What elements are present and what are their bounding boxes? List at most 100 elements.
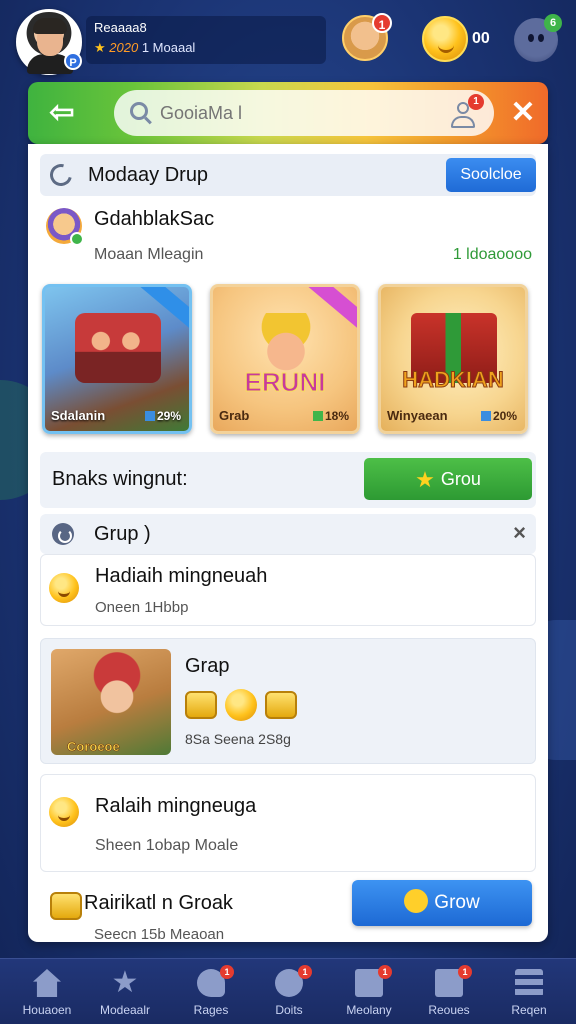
avatar-hair	[33, 18, 67, 34]
coin-icon[interactable]	[422, 16, 468, 62]
player-meta: 1 ldoaoooo	[452, 246, 532, 263]
card-caption: Sdalanin	[51, 408, 106, 423]
user-head	[457, 102, 469, 114]
online-indicator	[70, 232, 84, 246]
bottom-nav: Houaoen ★ Modeaalr 1 Rages 1 Doits 1 Meo…	[0, 958, 576, 1024]
menu-icon	[515, 969, 543, 997]
reward-title: Hadiaih mingneuah	[95, 565, 268, 587]
gold-bar-icon	[265, 691, 297, 719]
coin-face-icon	[49, 797, 79, 827]
nav-item-rages[interactable]: 1 Rages	[170, 959, 252, 1024]
grup-label: Grup )	[94, 523, 151, 545]
nav-item-home[interactable]: Houaoen	[6, 959, 88, 1024]
gold-bar-icon	[50, 892, 82, 920]
nav-item-reqen[interactable]: Reqen	[488, 959, 570, 1024]
coin-face-icon	[49, 573, 79, 603]
item-title: Rairikatl n Groak	[84, 892, 233, 914]
nav-badge: 1	[220, 965, 234, 979]
nav-label: Doits	[275, 1003, 303, 1017]
grap-image-caption: Coroeoe	[67, 739, 120, 755]
character-eyes	[526, 34, 546, 42]
select-button[interactable]: Soolcloe	[446, 158, 536, 192]
player-name: GdahblakSac	[94, 208, 215, 230]
nav-label: Reoues	[428, 1003, 470, 1017]
status-value: 2020	[109, 40, 139, 55]
search-bar: ⇦ 1 ✕	[28, 82, 548, 144]
nav-label: Houaoen	[22, 1003, 72, 1017]
card-percent: 18%	[313, 409, 349, 423]
reward-title: Ralaih mingneuga	[95, 795, 257, 817]
grow-button-label: Grow	[434, 892, 480, 913]
nav-item-reoues[interactable]: 1 Reoues	[408, 959, 490, 1024]
nav-label: Rages	[193, 1003, 229, 1017]
back-arrow-icon[interactable]: ⇦	[42, 96, 82, 130]
star-icon: ★	[111, 966, 139, 999]
group-title: Modaay Drup	[88, 164, 209, 186]
card-caption: Winyaean	[387, 408, 448, 423]
close-icon[interactable]: ✕	[506, 96, 540, 130]
grap-title: Grap	[185, 655, 230, 677]
leaf-icon	[45, 159, 77, 191]
home-icon	[33, 969, 61, 997]
search-icon	[130, 102, 148, 120]
card-percent: 29%	[145, 409, 181, 423]
refresh-icon[interactable]	[52, 523, 74, 545]
nav-badge: 1	[378, 965, 392, 979]
nav-label: Meolany	[346, 1003, 392, 1017]
grap-card[interactable]: Coroeoe Grap 8Sa Seena 2S8g	[40, 638, 536, 764]
player-subtitle: Moaan Mleagin	[94, 246, 204, 263]
player-avatar	[46, 208, 84, 246]
nav-label: Reqen	[511, 1003, 547, 1017]
menu-badge: 6	[544, 14, 562, 32]
coin-count: 00	[472, 30, 490, 47]
nav-item-modeaalr[interactable]: ★ Modeaalr	[84, 959, 166, 1024]
gold-bar-icon	[185, 691, 217, 719]
list-item[interactable]: Ralaih mingneuga Sheen 1obap Moale	[40, 774, 536, 872]
event-card[interactable]: Sdalanin 29%	[42, 284, 192, 434]
event-card[interactable]: HADKIAN Winyaean 20%	[378, 284, 528, 434]
search-field[interactable]: 1	[114, 90, 494, 136]
reward-subtitle: Oneen 1Hbbp	[95, 599, 189, 616]
friends-icon[interactable]: 1	[342, 13, 392, 61]
card-percent: 20%	[481, 409, 517, 423]
search-input[interactable]	[160, 100, 390, 126]
card-title: HADKIAN	[402, 367, 504, 393]
nav-label: Modeaalr	[99, 1003, 151, 1017]
card-title: ERUNI	[244, 367, 326, 398]
status-line: ★ 2020 1 Moaaal	[94, 40, 195, 56]
event-card[interactable]: ERUNI Grab 18%	[210, 284, 360, 434]
star-icon: ★	[415, 467, 435, 492]
gold-coin-icon	[225, 689, 257, 721]
nav-item-doits[interactable]: 1 Doits	[248, 959, 330, 1024]
main-panel: Modaay Drup Soolcloe GdahblakSac Moaan M…	[28, 144, 548, 942]
user-body	[451, 116, 475, 128]
rank-star-icon: ★	[94, 40, 106, 55]
grup-row[interactable]: Grup ) ×	[40, 514, 536, 554]
nav-item-meolany[interactable]: 1 Meolany	[328, 959, 410, 1024]
grow-button[interactable]: Grow	[352, 880, 532, 926]
nav-badge: 1	[298, 965, 312, 979]
top-bar: P Reaaaa8 ★ 2020 1 Moaaal 1 00 6	[0, 0, 576, 80]
group-button[interactable]: ★ Grou	[364, 458, 532, 500]
event-cards: Sdalanin 29% ERUNI Grab 18% HADKIAN Winy…	[42, 284, 538, 436]
grap-image: Coroeoe	[51, 649, 171, 755]
player-row[interactable]: GdahblakSac Moaan Mleagin 1 ldoaoooo	[40, 202, 536, 278]
card-artwork	[75, 313, 161, 383]
winners-row: Bnaks wingnut: ★ Grou	[40, 452, 536, 508]
status-text: 1 Moaaal	[141, 40, 196, 55]
star-face-icon	[404, 889, 429, 913]
list-item[interactable]: Rairikatl n Groak Seecn 15b Meaoan Grow	[40, 880, 536, 942]
card-caption: Grab	[219, 408, 250, 423]
winners-title: Bnaks wingnut:	[52, 468, 188, 490]
user-search-icon[interactable]: 1	[448, 94, 484, 130]
user-search-badge: 1	[468, 94, 484, 110]
avatar-badge: P	[64, 52, 82, 70]
reward-subtitle: Sheen 1obap Moale	[95, 837, 239, 854]
friends-badge: 1	[372, 13, 392, 33]
group-button-label: Grou	[440, 469, 481, 489]
close-icon[interactable]: ×	[513, 520, 526, 546]
character-menu-icon[interactable]: 6	[514, 14, 562, 62]
username: Reaaaa8	[94, 20, 147, 35]
list-item[interactable]: Hadiaih mingneuah Oneen 1Hbbp	[40, 554, 536, 626]
grap-subtitle: 8Sa Seena 2S8g	[185, 731, 291, 747]
